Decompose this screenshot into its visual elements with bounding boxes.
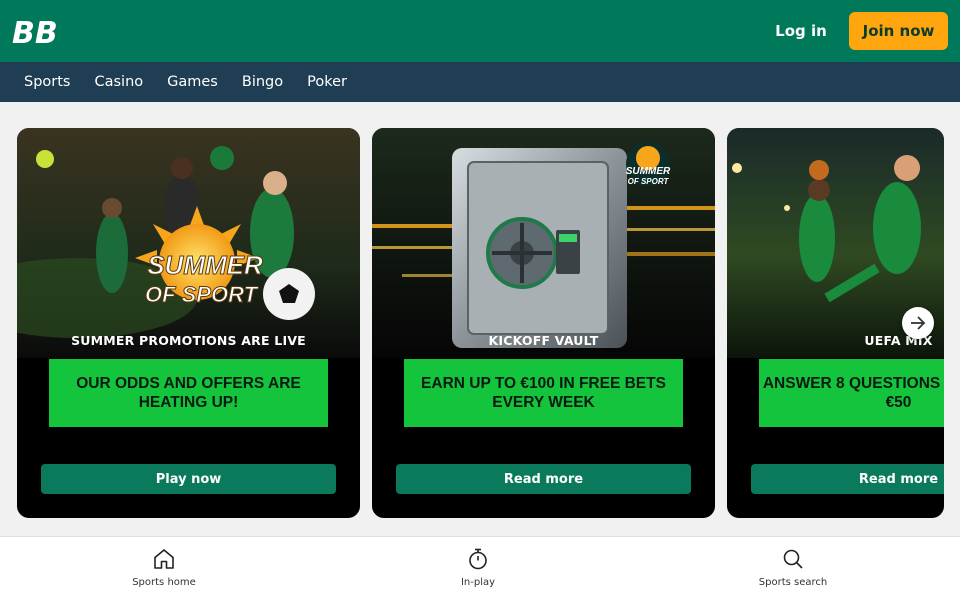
- svg-text:SUMMER: SUMMER: [626, 166, 671, 177]
- card-headline: ANSWER 8 QUESTIONS COULD WIN €50: [762, 375, 944, 411]
- search-icon: [783, 549, 803, 569]
- bottom-nav-label: Sports search: [758, 577, 828, 588]
- top-header: BB Log in Join now: [0, 0, 960, 62]
- join-now-button[interactable]: Join now: [849, 12, 948, 50]
- arrow-right-icon: [911, 316, 926, 330]
- card-headline: OUR ODDS AND OFFERS ARE HEATING UP!: [76, 375, 301, 411]
- stopwatch-icon: [469, 548, 487, 570]
- card-headline-box: EARN UP TO €100 IN FREE BETS EVERY WEEK: [404, 359, 683, 427]
- card-headline: EARN UP TO €100 IN FREE BETS EVERY WEEK: [421, 375, 666, 411]
- read-more-button[interactable]: Read more: [396, 464, 691, 494]
- carousel-next-button[interactable]: [902, 307, 934, 339]
- card-headline-box: OUR ODDS AND OFFERS ARE HEATING UP!: [49, 359, 328, 427]
- summer-of-sport-artwork: SUMMER OF SPORT: [17, 128, 360, 358]
- vault-artwork: SUMMER OF SPORT: [372, 128, 715, 358]
- promo-card-kickoff-vault[interactable]: SUMMER OF SPORT KICKOFF VAULT EARN UP TO…: [372, 128, 715, 518]
- promo-carousel: SUMMER OF SPORT SUMMER PROMOTIONS ARE LI…: [0, 102, 960, 536]
- promo-card-summer[interactable]: SUMMER OF SPORT SUMMER PROMOTIONS ARE LI…: [17, 128, 360, 518]
- bottom-nav-label: Sports home: [132, 577, 196, 588]
- home-icon: [154, 549, 174, 569]
- bottom-nav-label: In-play: [460, 577, 496, 588]
- nav-item-casino[interactable]: Casino: [94, 74, 143, 90]
- bottom-nav-sports-home[interactable]: Sports home: [94, 537, 234, 600]
- brand-logo[interactable]: BB: [12, 16, 68, 46]
- nav-item-games[interactable]: Games: [167, 74, 218, 90]
- bottom-nav: Sports home In-play Sports search: [0, 536, 960, 600]
- nav-item-sports[interactable]: Sports: [24, 74, 70, 90]
- bottom-nav-sports-search[interactable]: Sports search: [723, 537, 863, 600]
- card-headline-box: ANSWER 8 QUESTIONS COULD WIN €50: [759, 359, 944, 427]
- bottom-nav-in-play[interactable]: In-play: [408, 537, 548, 600]
- svg-text:SUMMER: SUMMER: [147, 250, 263, 280]
- read-more-button[interactable]: Read more: [751, 464, 944, 494]
- nav-item-bingo[interactable]: Bingo: [242, 74, 283, 90]
- play-now-button[interactable]: Play now: [41, 464, 336, 494]
- main-nav: Sports Casino Games Bingo Poker: [0, 62, 960, 102]
- card-title: KICKOFF VAULT: [488, 333, 599, 348]
- card-title: SUMMER PROMOTIONS ARE LIVE: [71, 333, 306, 348]
- svg-text:BB: BB: [12, 16, 58, 46]
- svg-text:OF SPORT: OF SPORT: [628, 177, 670, 186]
- login-button[interactable]: Log in: [768, 12, 834, 50]
- nav-item-poker[interactable]: Poker: [307, 74, 347, 90]
- svg-text:OF SPORT: OF SPORT: [145, 282, 259, 307]
